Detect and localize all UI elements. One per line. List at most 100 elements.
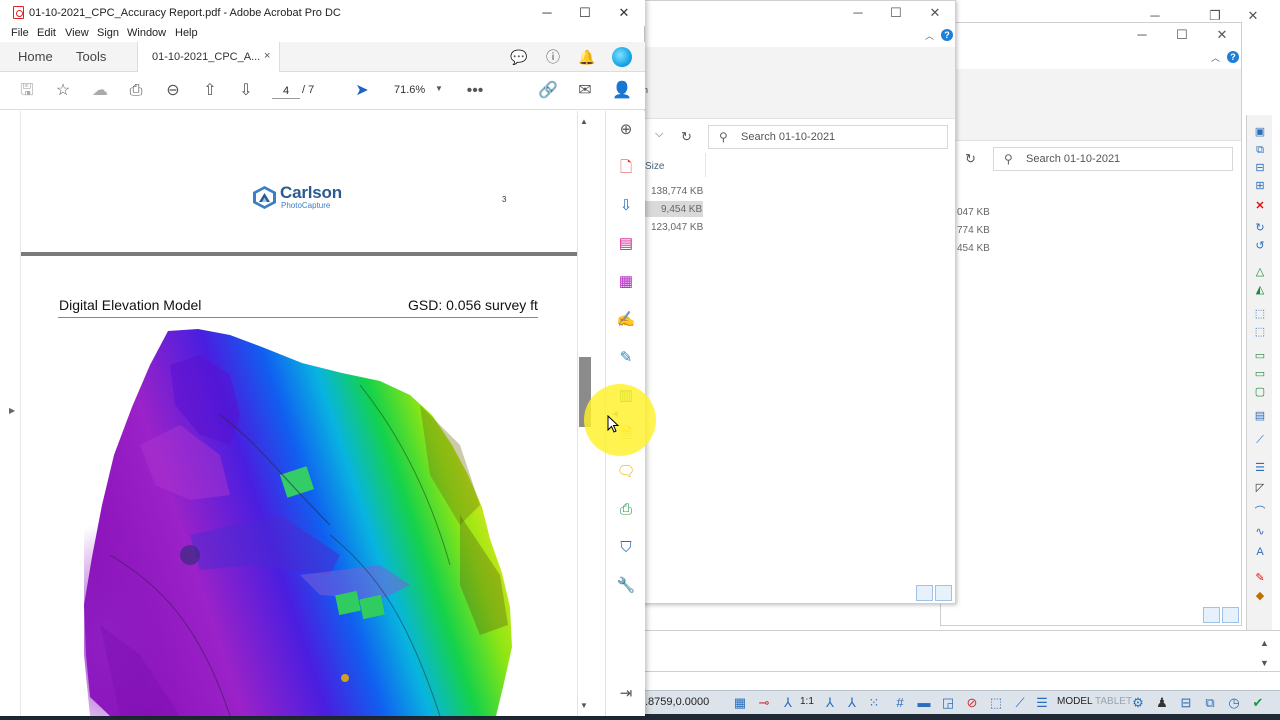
cad-settings-icon[interactable]: ⚙ bbox=[1129, 694, 1147, 712]
cad-polar-icon[interactable]: ⅄ bbox=[843, 694, 861, 712]
cad-tool-icon[interactable]: ⊞ bbox=[1252, 179, 1268, 193]
cad-window-icon[interactable]: ⧉ bbox=[1201, 694, 1219, 712]
menu-sign[interactable]: Sign bbox=[97, 27, 119, 39]
more-tools-icon[interactable]: 🔧 bbox=[616, 576, 636, 596]
explorer-back-help-icon[interactable]: ? bbox=[1227, 51, 1239, 63]
tiles-view-icon[interactable] bbox=[935, 585, 952, 601]
size-column-header[interactable]: Size bbox=[645, 161, 664, 172]
cad-osnap-icon[interactable]: ◲ bbox=[939, 694, 957, 712]
cad-tool-icon[interactable]: ⬚ bbox=[1252, 307, 1268, 321]
tab-home[interactable]: Home bbox=[18, 49, 53, 64]
cad-command-line[interactable]: ▲ ▼ bbox=[645, 630, 1280, 690]
cad-tool-icon[interactable]: ▭ bbox=[1252, 367, 1268, 381]
previous-page-icon[interactable]: ⇧ bbox=[200, 81, 220, 101]
create-pdf-icon[interactable]: 🗋 bbox=[616, 158, 636, 178]
cad-grid-icon[interactable]: ▦ bbox=[731, 694, 749, 712]
cad-tool-icon[interactable]: ▤ bbox=[1252, 409, 1268, 423]
cad-tool-icon[interactable]: ▭ bbox=[1252, 349, 1268, 363]
cad-track-icon[interactable]: ⊘ bbox=[963, 694, 981, 712]
minimize-button[interactable]: ─ bbox=[532, 5, 562, 20]
menu-file[interactable]: File bbox=[11, 27, 29, 39]
print-production-icon[interactable]: ⎙ bbox=[616, 500, 636, 520]
explorer-help-icon[interactable]: ? bbox=[941, 29, 953, 41]
edit-pdf-icon[interactable]: ▦ bbox=[616, 272, 636, 292]
explorer-back-close-button[interactable]: ✕ bbox=[1207, 27, 1237, 43]
scroll-up-icon[interactable]: ▲ bbox=[580, 117, 588, 126]
cad-tool-icon[interactable]: ◆ bbox=[1252, 589, 1268, 603]
zoom-out-icon[interactable]: ⊖ bbox=[163, 81, 183, 101]
cad-tool-icon[interactable]: ⧉ bbox=[1252, 143, 1268, 157]
cad-check-icon[interactable]: ✔ bbox=[1249, 694, 1267, 712]
cad-model-tab[interactable]: MODEL bbox=[1057, 696, 1093, 707]
add-user-icon[interactable]: 👤 bbox=[612, 81, 632, 101]
cad-scroll-up-icon[interactable]: ▲ bbox=[1260, 638, 1269, 648]
email-icon[interactable]: ✉ bbox=[575, 81, 595, 101]
cad-tool-icon[interactable]: ⊟ bbox=[1252, 161, 1268, 175]
zoom-in-icon[interactable]: ⊕ bbox=[616, 120, 636, 140]
explorer-close-button[interactable]: ✕ bbox=[920, 5, 950, 21]
details-view-icon[interactable] bbox=[916, 585, 933, 601]
explorer-view-buttons[interactable] bbox=[916, 585, 954, 603]
left-panel-handle[interactable]: ▶ bbox=[0, 111, 20, 716]
cad-tablet-tab[interactable]: TABLET bbox=[1095, 696, 1132, 707]
more-options-icon[interactable]: ••• bbox=[465, 81, 485, 101]
share-link-icon[interactable]: 🔗 bbox=[538, 81, 558, 101]
cad-props-icon[interactable]: ☰ bbox=[1033, 694, 1051, 712]
tab-document[interactable]: 01-10-2021_CPC_A... × bbox=[137, 42, 280, 72]
explorer-back-maximize-button[interactable]: ☐ bbox=[1167, 27, 1197, 43]
details-view-icon[interactable] bbox=[1203, 607, 1220, 623]
cad-tool-icon[interactable]: ▣ bbox=[1252, 125, 1268, 139]
comment-icon[interactable]: 🗨 bbox=[616, 462, 636, 482]
tiles-view-icon[interactable] bbox=[1222, 607, 1239, 623]
cad-annotate-icon[interactable]: ⅄ bbox=[821, 694, 839, 712]
star-icon[interactable]: ☆ bbox=[53, 81, 73, 101]
explorer-maximize-button[interactable]: ☐ bbox=[881, 5, 911, 21]
close-tab-icon[interactable]: × bbox=[264, 50, 270, 62]
cad-scale-label[interactable]: 1:1 bbox=[800, 696, 814, 707]
cad-tool-icon[interactable]: ⌒ bbox=[1252, 505, 1268, 519]
maximize-button[interactable]: ☐ bbox=[570, 5, 600, 21]
next-page-icon[interactable]: ⇩ bbox=[236, 81, 256, 101]
chevron-down-icon[interactable]: ⌵ bbox=[655, 128, 663, 141]
page-number-input[interactable]: 4 bbox=[272, 83, 300, 99]
protect-icon[interactable]: ⛉ bbox=[616, 538, 636, 558]
cad-tool-icon[interactable]: ☰ bbox=[1252, 461, 1268, 475]
cloud-upload-icon[interactable]: ☁ bbox=[90, 81, 110, 101]
explorer-search-box[interactable]: ⚲ Search 01-10-2021 bbox=[708, 125, 948, 149]
expand-left-panel-icon[interactable]: ▶ bbox=[9, 406, 15, 415]
cad-angle-icon[interactable]: ⟋ bbox=[1011, 694, 1029, 712]
cad-tool-icon[interactable]: ⟋ bbox=[1252, 433, 1268, 447]
send-for-signature-icon[interactable]: ✎ bbox=[616, 348, 636, 368]
scroll-down-icon[interactable]: ▼ bbox=[580, 701, 588, 710]
cad-clock-icon[interactable]: ◷ bbox=[1225, 694, 1243, 712]
avatar[interactable] bbox=[612, 47, 632, 67]
close-button[interactable]: ✕ bbox=[609, 5, 639, 21]
cad-workspace-icon[interactable]: # bbox=[891, 694, 909, 712]
notification-bell-icon[interactable]: 🔔 bbox=[577, 48, 597, 66]
tab-tools[interactable]: Tools bbox=[76, 49, 106, 64]
organize-pages-icon[interactable]: ▤ bbox=[616, 234, 636, 254]
explorer-back-minimize-button[interactable]: ─ bbox=[1127, 27, 1157, 42]
cad-scroll-down-icon[interactable]: ▼ bbox=[1260, 658, 1269, 668]
explorer-back-view-buttons[interactable] bbox=[1203, 607, 1241, 625]
cad-tool-icon[interactable]: ⬚ bbox=[1252, 325, 1268, 339]
menu-view[interactable]: View bbox=[65, 27, 89, 39]
cad-close-button[interactable]: ✕ bbox=[1238, 8, 1268, 24]
explorer-back-search-box[interactable]: ⚲ Search 01-10-2021 bbox=[993, 147, 1233, 171]
cad-tool-icon[interactable]: △ bbox=[1252, 265, 1268, 279]
explorer-minimize-button[interactable]: ─ bbox=[843, 5, 873, 20]
explorer-back-ribbon-toggle-icon[interactable]: ︿ bbox=[1211, 51, 1220, 64]
menu-edit[interactable]: Edit bbox=[37, 27, 56, 39]
cad-ortho-icon[interactable]: ⅄ bbox=[779, 694, 797, 712]
cad-tool-icon[interactable]: ↺ bbox=[1252, 239, 1268, 253]
cad-erase-icon[interactable]: ✕ bbox=[1252, 199, 1268, 213]
cad-dyn-icon[interactable]: ⬚ bbox=[987, 694, 1005, 712]
cad-dots-icon[interactable]: ⁙ bbox=[865, 694, 883, 712]
cad-layout-icon[interactable]: ⊟ bbox=[1177, 694, 1195, 712]
explorer-back-refresh-icon[interactable]: ↻ bbox=[965, 151, 976, 167]
expand-panel-icon[interactable]: ⇥ bbox=[616, 684, 636, 704]
cad-minimize-button[interactable]: ─ bbox=[1140, 8, 1170, 23]
cad-tool-icon[interactable]: ✎ bbox=[1252, 571, 1268, 585]
cad-user-icon[interactable]: ♟ bbox=[1153, 694, 1171, 712]
cad-lineweight-icon[interactable]: ▬ bbox=[915, 694, 933, 712]
